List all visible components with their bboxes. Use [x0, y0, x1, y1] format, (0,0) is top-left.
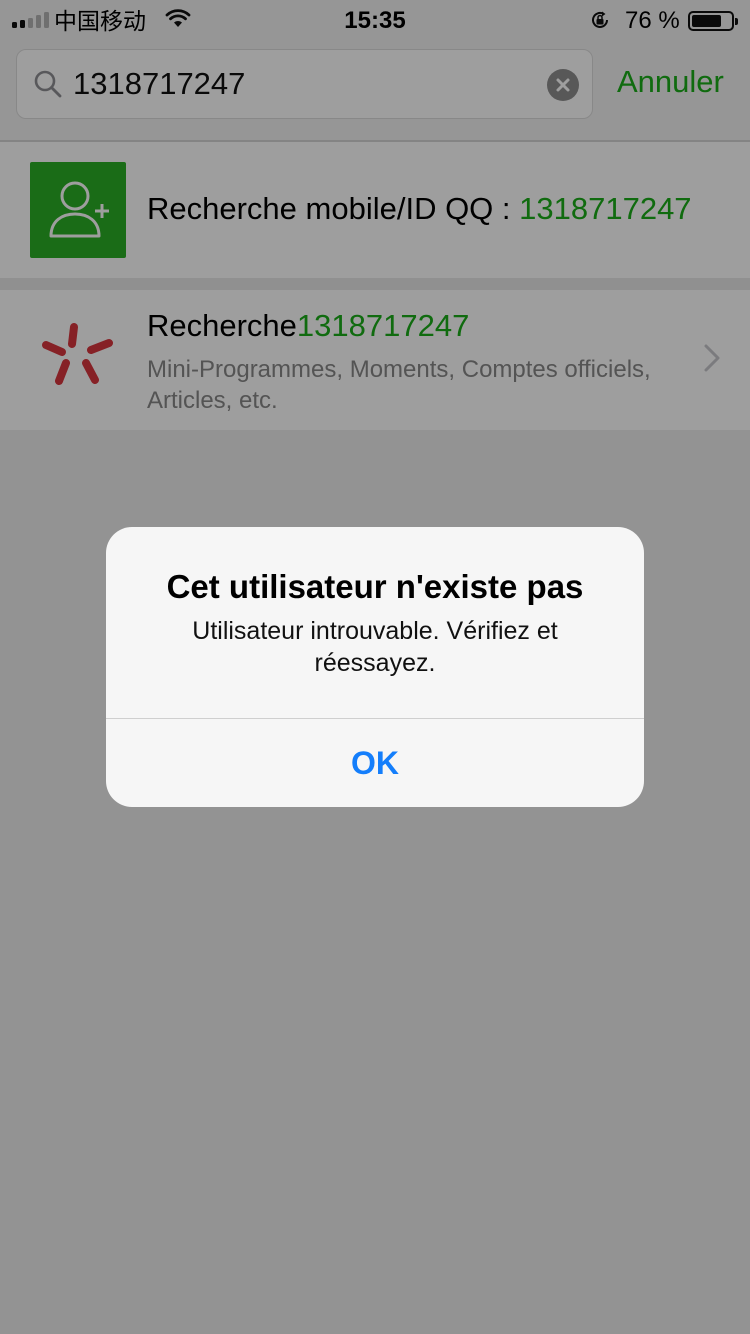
alert-dialog: Cet utilisateur n'existe pas Utilisateur… — [106, 527, 644, 807]
alert-message: Utilisateur introuvable. Vérifiez et rée… — [192, 617, 558, 677]
alert-title: Cet utilisateur n'existe pas — [166, 568, 584, 605]
ok-button[interactable]: OK — [106, 719, 644, 807]
